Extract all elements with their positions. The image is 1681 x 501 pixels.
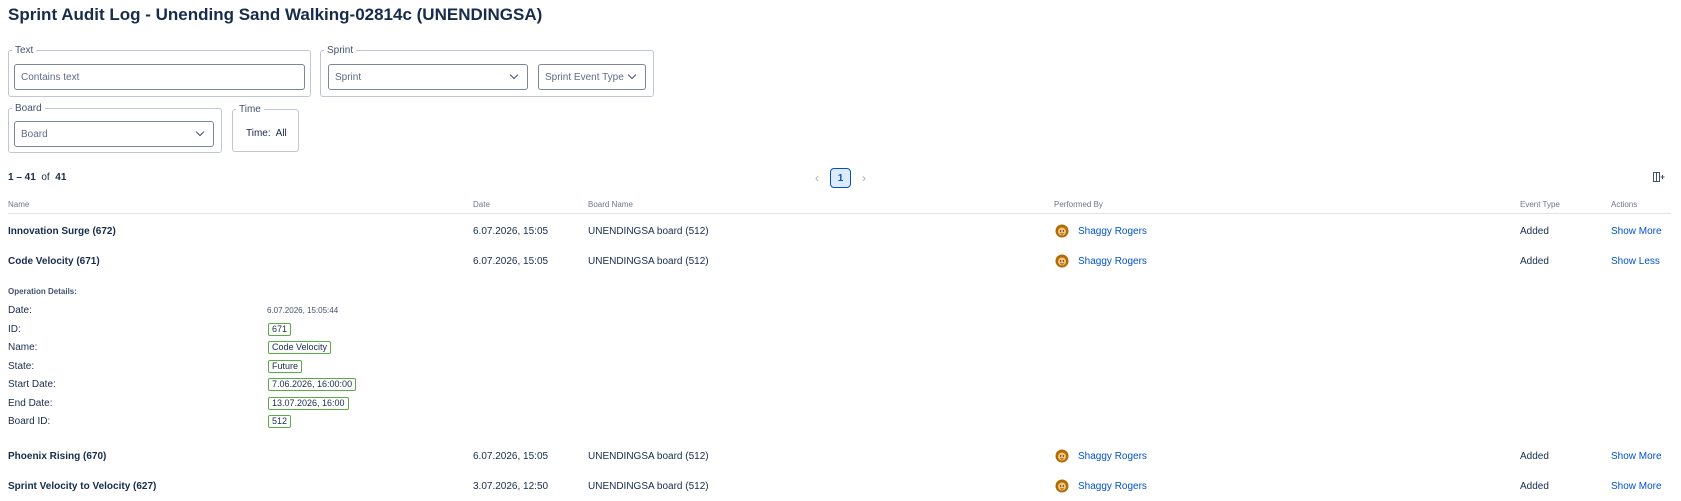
header-divider bbox=[8, 213, 1671, 214]
row-date: 6.07.2026, 15:05 bbox=[473, 451, 549, 462]
show-less-link[interactable]: Show Less bbox=[1611, 256, 1660, 267]
row-event-type: Added bbox=[1520, 256, 1549, 267]
chevron-down-icon bbox=[627, 70, 637, 80]
sprint-event-type-placeholder: Sprint Event Type bbox=[545, 71, 624, 83]
results-range: 1 – 41 of 41 bbox=[8, 172, 66, 183]
col-header-performed-by[interactable]: Performed By bbox=[1054, 200, 1103, 209]
show-more-link[interactable]: Show More bbox=[1611, 226, 1662, 237]
row-board: UNENDINGSA board (512) bbox=[588, 481, 709, 492]
sprint-select[interactable]: Sprint bbox=[328, 64, 528, 90]
chevron-right-icon[interactable]: › bbox=[857, 169, 871, 187]
detail-name-badge: Code Velocity bbox=[268, 341, 332, 354]
row-date: 3.07.2026, 12:50 bbox=[473, 481, 549, 492]
row-name: Code Velocity (671) bbox=[8, 256, 100, 267]
pagination: ‹ 1 › bbox=[810, 168, 871, 188]
time-filter-value: All bbox=[275, 128, 287, 139]
detail-state-badge: Future bbox=[268, 360, 303, 373]
row-date: 6.07.2026, 15:05 bbox=[473, 256, 549, 267]
user-avatar-icon bbox=[1055, 449, 1069, 463]
row-date: 6.07.2026, 15:05 bbox=[473, 226, 549, 237]
user-avatar-icon bbox=[1055, 254, 1069, 268]
chevron-left-icon[interactable]: ‹ bbox=[810, 169, 824, 187]
time-filter-button[interactable]: Time: All bbox=[246, 128, 287, 139]
board-select-placeholder: Board bbox=[21, 128, 48, 140]
performed-by-link[interactable]: Shaggy Rogers bbox=[1078, 256, 1147, 267]
chevron-down-icon bbox=[195, 127, 205, 137]
detail-id-label: ID: bbox=[8, 324, 21, 335]
row-event-type: Added bbox=[1520, 451, 1549, 462]
detail-end-date-label: End Date: bbox=[8, 398, 53, 409]
range-total: 41 bbox=[55, 172, 67, 183]
chevron-down-icon bbox=[509, 70, 519, 80]
page-title: Sprint Audit Log - Unending Sand Walking… bbox=[8, 5, 543, 24]
row-board: UNENDINGSA board (512) bbox=[588, 256, 709, 267]
sprint-event-type-select[interactable]: Sprint Event Type bbox=[538, 64, 646, 90]
col-header-date[interactable]: Date bbox=[473, 200, 490, 209]
time-filter-legend: Time bbox=[239, 104, 261, 115]
col-header-actions: Actions bbox=[1611, 200, 1638, 209]
text-search-input[interactable]: Contains text bbox=[14, 64, 305, 90]
page-1-button[interactable]: 1 bbox=[830, 168, 851, 188]
text-filter-legend: Text bbox=[15, 45, 34, 56]
sprint-filter-legend: Sprint bbox=[327, 45, 354, 56]
detail-start-date-badge: 7.06.2026, 16:00:00 bbox=[268, 378, 357, 391]
detail-board-id-badge: 512 bbox=[268, 415, 292, 428]
detail-board-id-label: Board ID: bbox=[8, 416, 51, 427]
user-avatar-icon bbox=[1055, 224, 1069, 238]
detail-date-label: Date: bbox=[8, 305, 32, 316]
column-settings-icon[interactable] bbox=[1653, 171, 1665, 183]
row-board: UNENDINGSA board (512) bbox=[588, 451, 709, 462]
sprint-select-placeholder: Sprint bbox=[335, 71, 362, 83]
show-more-link[interactable]: Show More bbox=[1611, 451, 1662, 462]
range-text: 1 – 41 bbox=[8, 172, 36, 183]
row-name: Sprint Velocity to Velocity (627) bbox=[8, 481, 157, 492]
detail-id-badge: 671 bbox=[268, 323, 292, 336]
board-filter-legend: Board bbox=[15, 103, 42, 114]
row-event-type: Added bbox=[1520, 481, 1549, 492]
col-header-event-type[interactable]: Event Type bbox=[1520, 200, 1560, 209]
show-more-link[interactable]: Show More bbox=[1611, 481, 1662, 492]
performed-by-link[interactable]: Shaggy Rogers bbox=[1078, 451, 1147, 462]
col-header-name[interactable]: Name bbox=[8, 200, 29, 209]
row-event-type: Added bbox=[1520, 226, 1549, 237]
performed-by-link[interactable]: Shaggy Rogers bbox=[1078, 226, 1147, 237]
row-name: Innovation Surge (672) bbox=[8, 226, 116, 237]
detail-state-label: State: bbox=[8, 361, 35, 372]
detail-end-date-badge: 13.07.2026, 16:00 bbox=[268, 397, 349, 410]
row-name: Phoenix Rising (670) bbox=[8, 451, 107, 462]
detail-start-date-label: Start Date: bbox=[8, 379, 56, 390]
user-avatar-icon bbox=[1055, 479, 1069, 493]
detail-date-value: 6.07.2026, 15:05:44 bbox=[267, 306, 339, 315]
row-board: UNENDINGSA board (512) bbox=[588, 226, 709, 237]
text-search-placeholder: Contains text bbox=[21, 71, 80, 83]
time-filter-label: Time: bbox=[246, 128, 271, 139]
performed-by-link[interactable]: Shaggy Rogers bbox=[1078, 481, 1147, 492]
range-of: of bbox=[41, 172, 50, 183]
col-header-board-name[interactable]: Board Name bbox=[588, 200, 633, 209]
detail-name-label: Name: bbox=[8, 342, 38, 353]
operation-details-title: Operation Details: bbox=[8, 287, 77, 296]
board-select[interactable]: Board bbox=[14, 121, 214, 147]
